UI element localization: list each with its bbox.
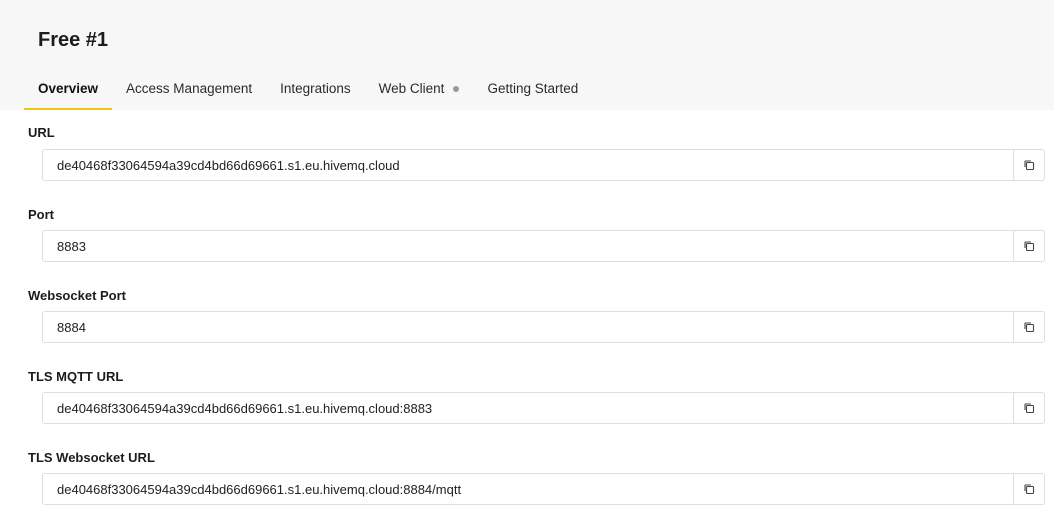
tab-bar: Overview Access Management Integrations … <box>24 75 592 110</box>
copy-icon <box>1024 484 1035 495</box>
field-value: de40468f33064594a39cd4bd66d69661.s1.eu.h… <box>57 481 462 497</box>
field-label: TLS MQTT URL <box>28 369 124 384</box>
copy-icon <box>1024 160 1035 171</box>
tab-label: Web Client <box>378 81 445 96</box>
tab-integrations[interactable]: Integrations <box>266 75 365 110</box>
copy-icon <box>1024 403 1035 414</box>
copy-port-button[interactable] <box>1013 230 1045 262</box>
tab-label: Integrations <box>280 81 351 96</box>
field-label: Websocket Port <box>28 288 127 303</box>
port-value[interactable]: 8883 <box>42 230 1017 262</box>
field-label: TLS Websocket URL <box>28 450 155 465</box>
copy-url-button[interactable] <box>1013 149 1045 181</box>
tab-label: Access Management <box>126 81 253 96</box>
tls-mqtt-url-value[interactable]: de40468f33064594a39cd4bd66d69661.s1.eu.h… <box>42 392 1017 424</box>
page-header: Free #1 Overview Access Management Integ… <box>0 0 1054 110</box>
url-value[interactable]: de40468f33064594a39cd4bd66d69661.s1.eu.h… <box>42 149 1017 181</box>
copy-tls-websocket-url-button[interactable] <box>1013 473 1045 505</box>
copy-icon <box>1024 241 1035 252</box>
copy-icon <box>1024 322 1035 333</box>
status-dot-icon <box>453 86 460 92</box>
websocket-port-value[interactable]: 8884 <box>42 311 1017 343</box>
tab-label: Overview <box>38 81 99 96</box>
field-label: Port <box>28 207 54 222</box>
copy-websocket-port-button[interactable] <box>1013 311 1045 343</box>
tab-label: Getting Started <box>487 81 579 96</box>
tab-overview[interactable]: Overview <box>24 75 113 110</box>
copy-tls-mqtt-url-button[interactable] <box>1013 392 1045 424</box>
field-value: 8884 <box>57 319 86 335</box>
field-value: de40468f33064594a39cd4bd66d69661.s1.eu.h… <box>57 400 433 416</box>
field-value: 8883 <box>57 238 86 254</box>
tab-web-client[interactable]: Web Client <box>365 75 474 110</box>
page-title: Free #1 <box>38 29 109 51</box>
tab-access-management[interactable]: Access Management <box>112 75 266 110</box>
tls-websocket-url-value[interactable]: de40468f33064594a39cd4bd66d69661.s1.eu.h… <box>42 473 1017 505</box>
field-value: de40468f33064594a39cd4bd66d69661.s1.eu.h… <box>57 157 400 173</box>
field-label: URL <box>28 125 55 140</box>
tab-getting-started[interactable]: Getting Started <box>473 75 592 110</box>
